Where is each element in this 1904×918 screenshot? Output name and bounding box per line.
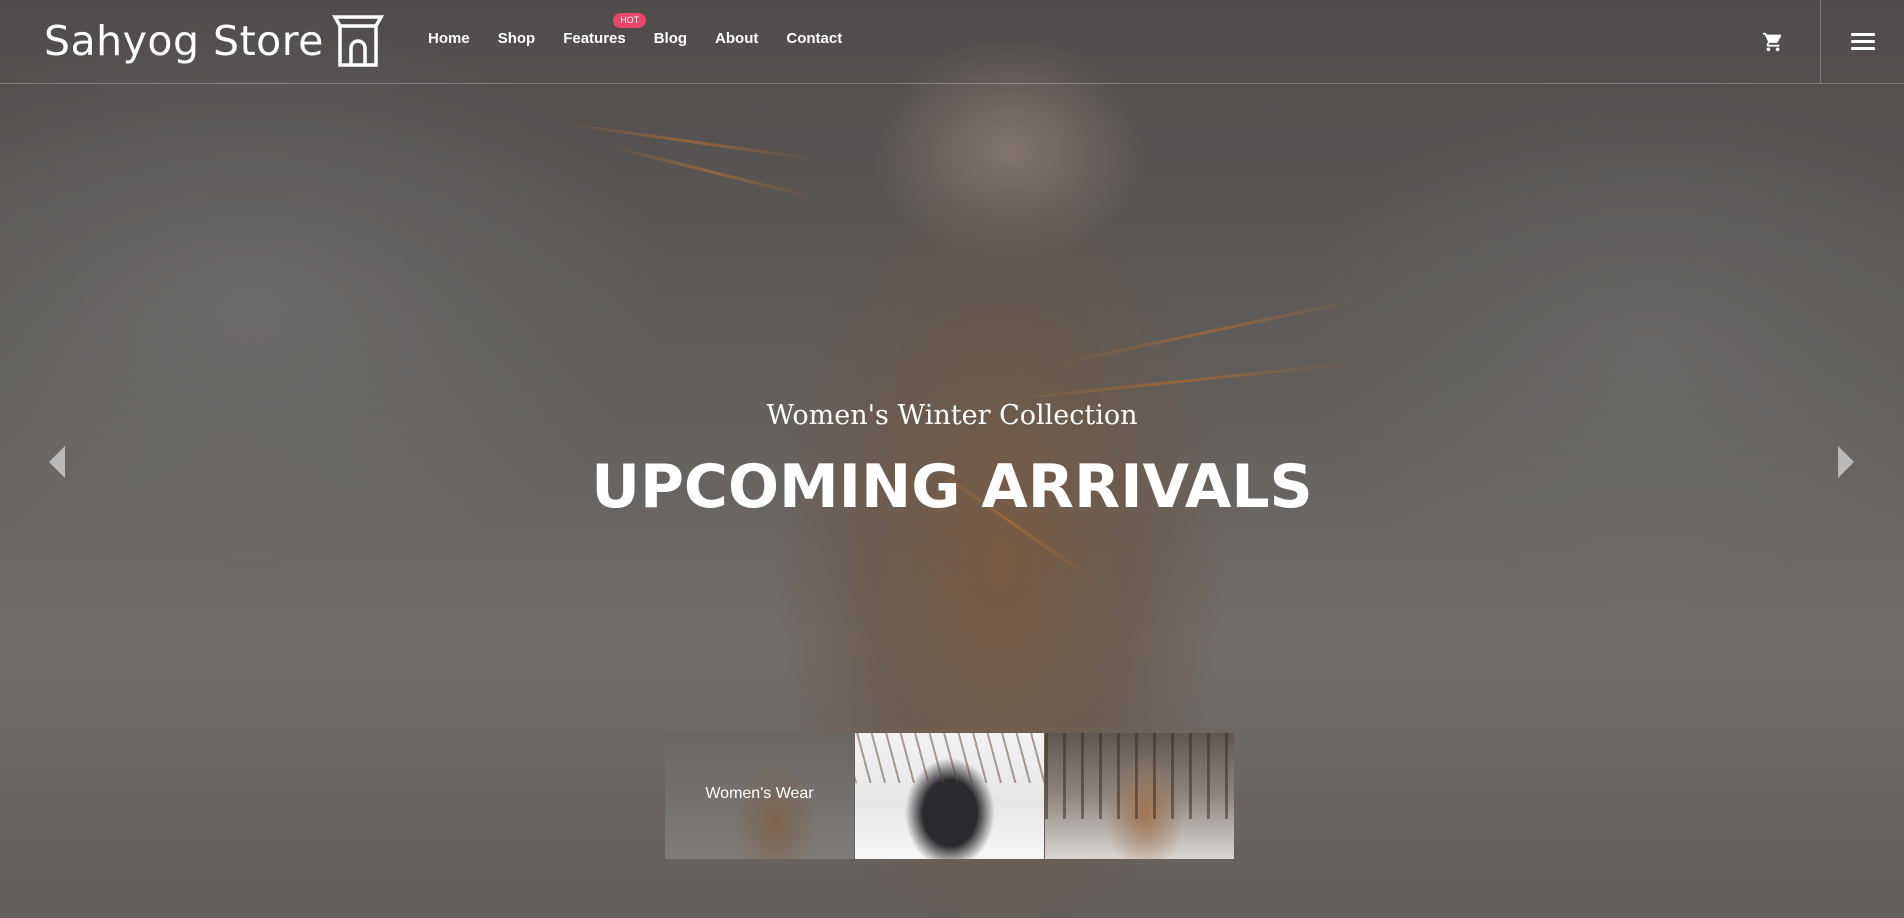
storefront-icon <box>331 15 384 67</box>
header-divider <box>1820 0 1821 83</box>
site-logo[interactable]: Sahyog Store <box>44 14 384 68</box>
site-header: Sahyog Store Home Shop Features HOT Blog… <box>0 0 1904 84</box>
hair-strand <box>1000 361 1360 402</box>
nav-home[interactable]: Home <box>428 30 470 47</box>
nav-shop[interactable]: Shop <box>498 30 536 47</box>
nav-contact[interactable]: Contact <box>786 30 842 47</box>
logo-text: Sahyog Store <box>44 17 324 65</box>
nav-about[interactable]: About <box>715 30 758 47</box>
thumbnail-label: Women's Wear <box>705 785 814 802</box>
hair-strand <box>561 121 819 162</box>
slide-thumbnails: Women's Wear <box>665 733 1235 859</box>
cart-icon[interactable] <box>1762 31 1784 53</box>
nav-features-label: Features <box>563 30 626 47</box>
nav-blog[interactable]: Blog <box>654 30 687 47</box>
hamburger-menu-icon[interactable] <box>1851 33 1875 51</box>
hero-title: UPCOMING ARRIVALS <box>591 452 1313 522</box>
menu-bar <box>1851 33 1875 36</box>
main-nav: Home Shop Features HOT Blog About Contac… <box>428 13 870 47</box>
thumbnail-snowball-man[interactable] <box>855 733 1044 859</box>
hot-badge: HOT <box>613 13 647 28</box>
nav-features[interactable]: Features HOT <box>563 13 647 47</box>
thumbnail-couple-forest[interactable] <box>1045 733 1234 859</box>
menu-bar <box>1851 40 1875 43</box>
thumbnail-womens-wear[interactable]: Women's Wear <box>665 733 854 859</box>
menu-bar <box>1851 47 1875 50</box>
hero-subtitle: Women's Winter Collection <box>766 400 1138 431</box>
hair-strand <box>1053 296 1367 367</box>
hero-slider: Sahyog Store Home Shop Features HOT Blog… <box>0 0 1904 918</box>
hair-strand <box>602 143 818 200</box>
